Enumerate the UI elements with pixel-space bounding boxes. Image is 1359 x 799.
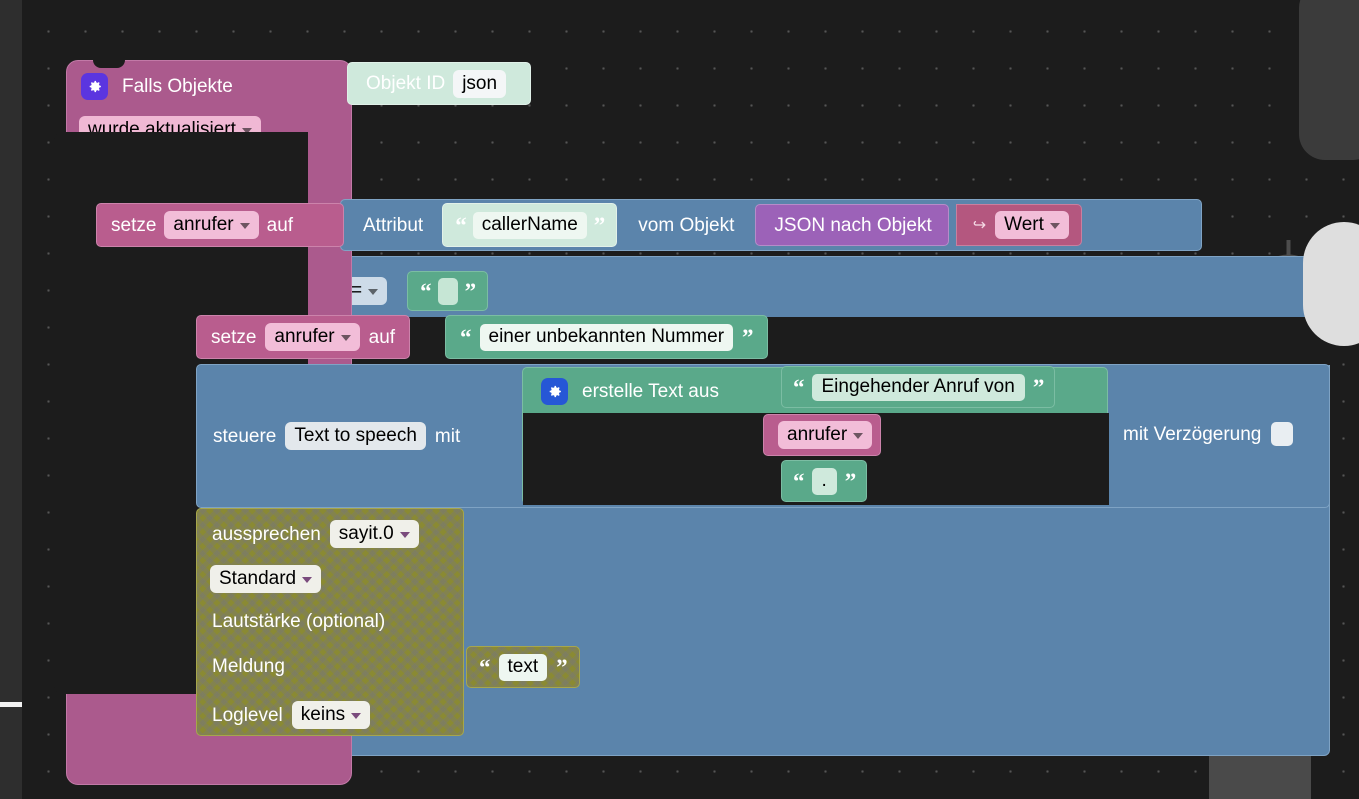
aussprechen-title-row: aussprechen sayit.0: [212, 520, 419, 548]
chevron-down-icon: [302, 577, 313, 583]
set-variable-dropdown-1[interactable]: anrufer: [164, 211, 259, 239]
aussprechen-loglevel-row: Loglevel keins: [212, 701, 371, 729]
arrow-right-icon: ↪: [972, 217, 987, 234]
blockly-canvas-grid[interactable]: Falls Objekte wurde aktualisiert Auslösu…: [22, 0, 1359, 799]
create-text-item-1[interactable]: anrufer: [763, 414, 882, 456]
quote-close-icon: ”: [593, 212, 605, 238]
create-text-item-2-input[interactable]: .: [811, 467, 837, 495]
json-value-text: Wert: [1004, 214, 1044, 235]
aussprechen-volume-label: Lautstärke (optional): [212, 611, 386, 632]
aussprechen-message-label: Meldung: [212, 656, 285, 677]
create-text-item-1-dropdown[interactable]: anrufer: [778, 421, 873, 449]
chevron-down-icon: [368, 289, 379, 295]
chevron-down-icon: [239, 223, 250, 229]
quote-close-icon: [742, 326, 753, 349]
quote-open-icon: [793, 376, 804, 399]
json-value-dropdown[interactable]: Wert: [995, 211, 1069, 239]
set-to-label-2: auf: [368, 326, 396, 348]
quote-close-icon: [556, 656, 567, 679]
aussprechen-voice-dropdown[interactable]: Standard: [210, 565, 322, 593]
chevron-down-icon: [853, 433, 864, 439]
aussprechen-message-string-block[interactable]: text: [466, 646, 580, 688]
attribute-of-object-block[interactable]: Attribut “ callerName ” vom Objekt JSON …: [340, 199, 1202, 251]
create-text-item-0[interactable]: Eingehender Anruf von: [781, 366, 1056, 408]
block-notch: [93, 60, 125, 68]
left-gutter: [0, 0, 22, 799]
quote-open-icon: [420, 280, 431, 303]
set-variable-block-1[interactable]: setze anrufer auf: [96, 203, 344, 247]
aussprechen-instance-dropdown[interactable]: sayit.0: [329, 520, 419, 548]
chevron-down-icon: [340, 335, 351, 341]
set-to-label-1: auf: [266, 214, 294, 236]
control-label: steuere: [213, 425, 277, 447]
set-label-1: setze: [111, 214, 157, 236]
quote-open-icon: [479, 656, 490, 679]
aussprechen-title: aussprechen: [212, 523, 321, 545]
delay-input[interactable]: [1271, 422, 1294, 446]
attribute-name-input[interactable]: callerName: [472, 211, 587, 239]
create-text-title: erstelle Text aus: [582, 381, 719, 402]
json-to-object-label: JSON nach Objekt: [774, 214, 932, 236]
trigger-title-row: Falls Objekte: [81, 73, 233, 100]
set-variable-value-2: anrufer: [274, 326, 335, 347]
attribute-name-string-block[interactable]: “ callerName ”: [442, 203, 618, 247]
create-text-item-0-input[interactable]: Eingehender Anruf von: [811, 373, 1025, 401]
aussprechen-loglevel-label: Loglevel: [212, 704, 283, 726]
trigger-title: Falls Objekte: [122, 76, 233, 97]
delay-row: mit Verzögerung: [1123, 422, 1294, 446]
gutter-indicator-line: [0, 702, 22, 707]
quote-close-icon: [1033, 376, 1044, 399]
comparison-operator-value: =: [351, 280, 363, 301]
set-variable-dropdown-2[interactable]: anrufer: [265, 323, 360, 351]
quote-close-icon: [845, 470, 856, 493]
attribute-label: Attribut: [363, 214, 424, 236]
json-to-object-block[interactable]: JSON nach Objekt: [755, 204, 949, 246]
set-variable-block-2[interactable]: setze anrufer auf: [196, 315, 411, 359]
chevron-down-icon: [1049, 223, 1060, 229]
aussprechen-voice-value: Standard: [219, 568, 297, 589]
aussprechen-message-row: Meldung: [212, 657, 285, 676]
aussprechen-voice-row: Standard: [210, 565, 322, 593]
create-text-item-2[interactable]: .: [781, 460, 868, 502]
aussprechen-loglevel-dropdown[interactable]: keins: [291, 701, 371, 729]
object-id-label: Objekt ID: [366, 73, 446, 94]
of-object-label: vom Objekt: [638, 214, 735, 236]
unknown-number-input[interactable]: einer unbekannten Nummer: [479, 323, 734, 351]
gear-icon[interactable]: [541, 378, 568, 405]
right-side-pill[interactable]: [1303, 222, 1359, 346]
chevron-down-icon: [399, 532, 410, 538]
quote-open-icon: [793, 470, 804, 493]
unknown-number-string-block[interactable]: einer unbekannten Nummer: [445, 315, 768, 359]
comparison-string-input[interactable]: [437, 277, 458, 305]
set-variable-value-1: anrufer: [173, 214, 234, 235]
create-text-block[interactable]: erstelle Text aus Eingehender Anruf von …: [522, 366, 1109, 505]
create-text-item-1-value: anrufer: [787, 424, 848, 445]
object-id-value-field[interactable]: json: [453, 69, 507, 98]
delay-label: mit Verzögerung: [1123, 423, 1262, 445]
json-value-selector-block[interactable]: ↪ Wert: [955, 204, 1082, 246]
control-with-label: mit: [434, 425, 461, 447]
object-id-value: json: [462, 72, 498, 94]
aussprechen-instance-value: sayit.0: [338, 523, 394, 544]
comparison-right-string-block[interactable]: [407, 271, 489, 311]
blockly-workspace[interactable]: Falls Objekte wurde aktualisiert Auslösu…: [0, 0, 1359, 799]
top-right-panel[interactable]: [1299, 0, 1359, 160]
quote-open-icon: [460, 326, 471, 349]
object-id-block[interactable]: Objekt ID json: [347, 62, 531, 105]
quote-open-icon: “: [455, 212, 466, 238]
chevron-down-icon: [351, 713, 362, 719]
gear-icon[interactable]: [81, 73, 108, 100]
aussprechen-volume-row: Lautstärke (optional): [212, 612, 385, 631]
set-label-2: setze: [211, 326, 257, 348]
aussprechen-loglevel-value: keins: [300, 704, 346, 725]
create-text-header: erstelle Text aus: [541, 378, 719, 405]
control-target-value: Text to speech: [294, 425, 417, 446]
steuere-row: steuere Text to speech mit: [213, 422, 460, 450]
sendto-aussprechen-block[interactable]: aussprechen sayit.0 Standard Lautstärke …: [196, 508, 464, 736]
aussprechen-message-input[interactable]: text: [498, 653, 548, 681]
quote-close-icon: [465, 280, 476, 303]
control-target-field[interactable]: Text to speech: [285, 422, 426, 450]
